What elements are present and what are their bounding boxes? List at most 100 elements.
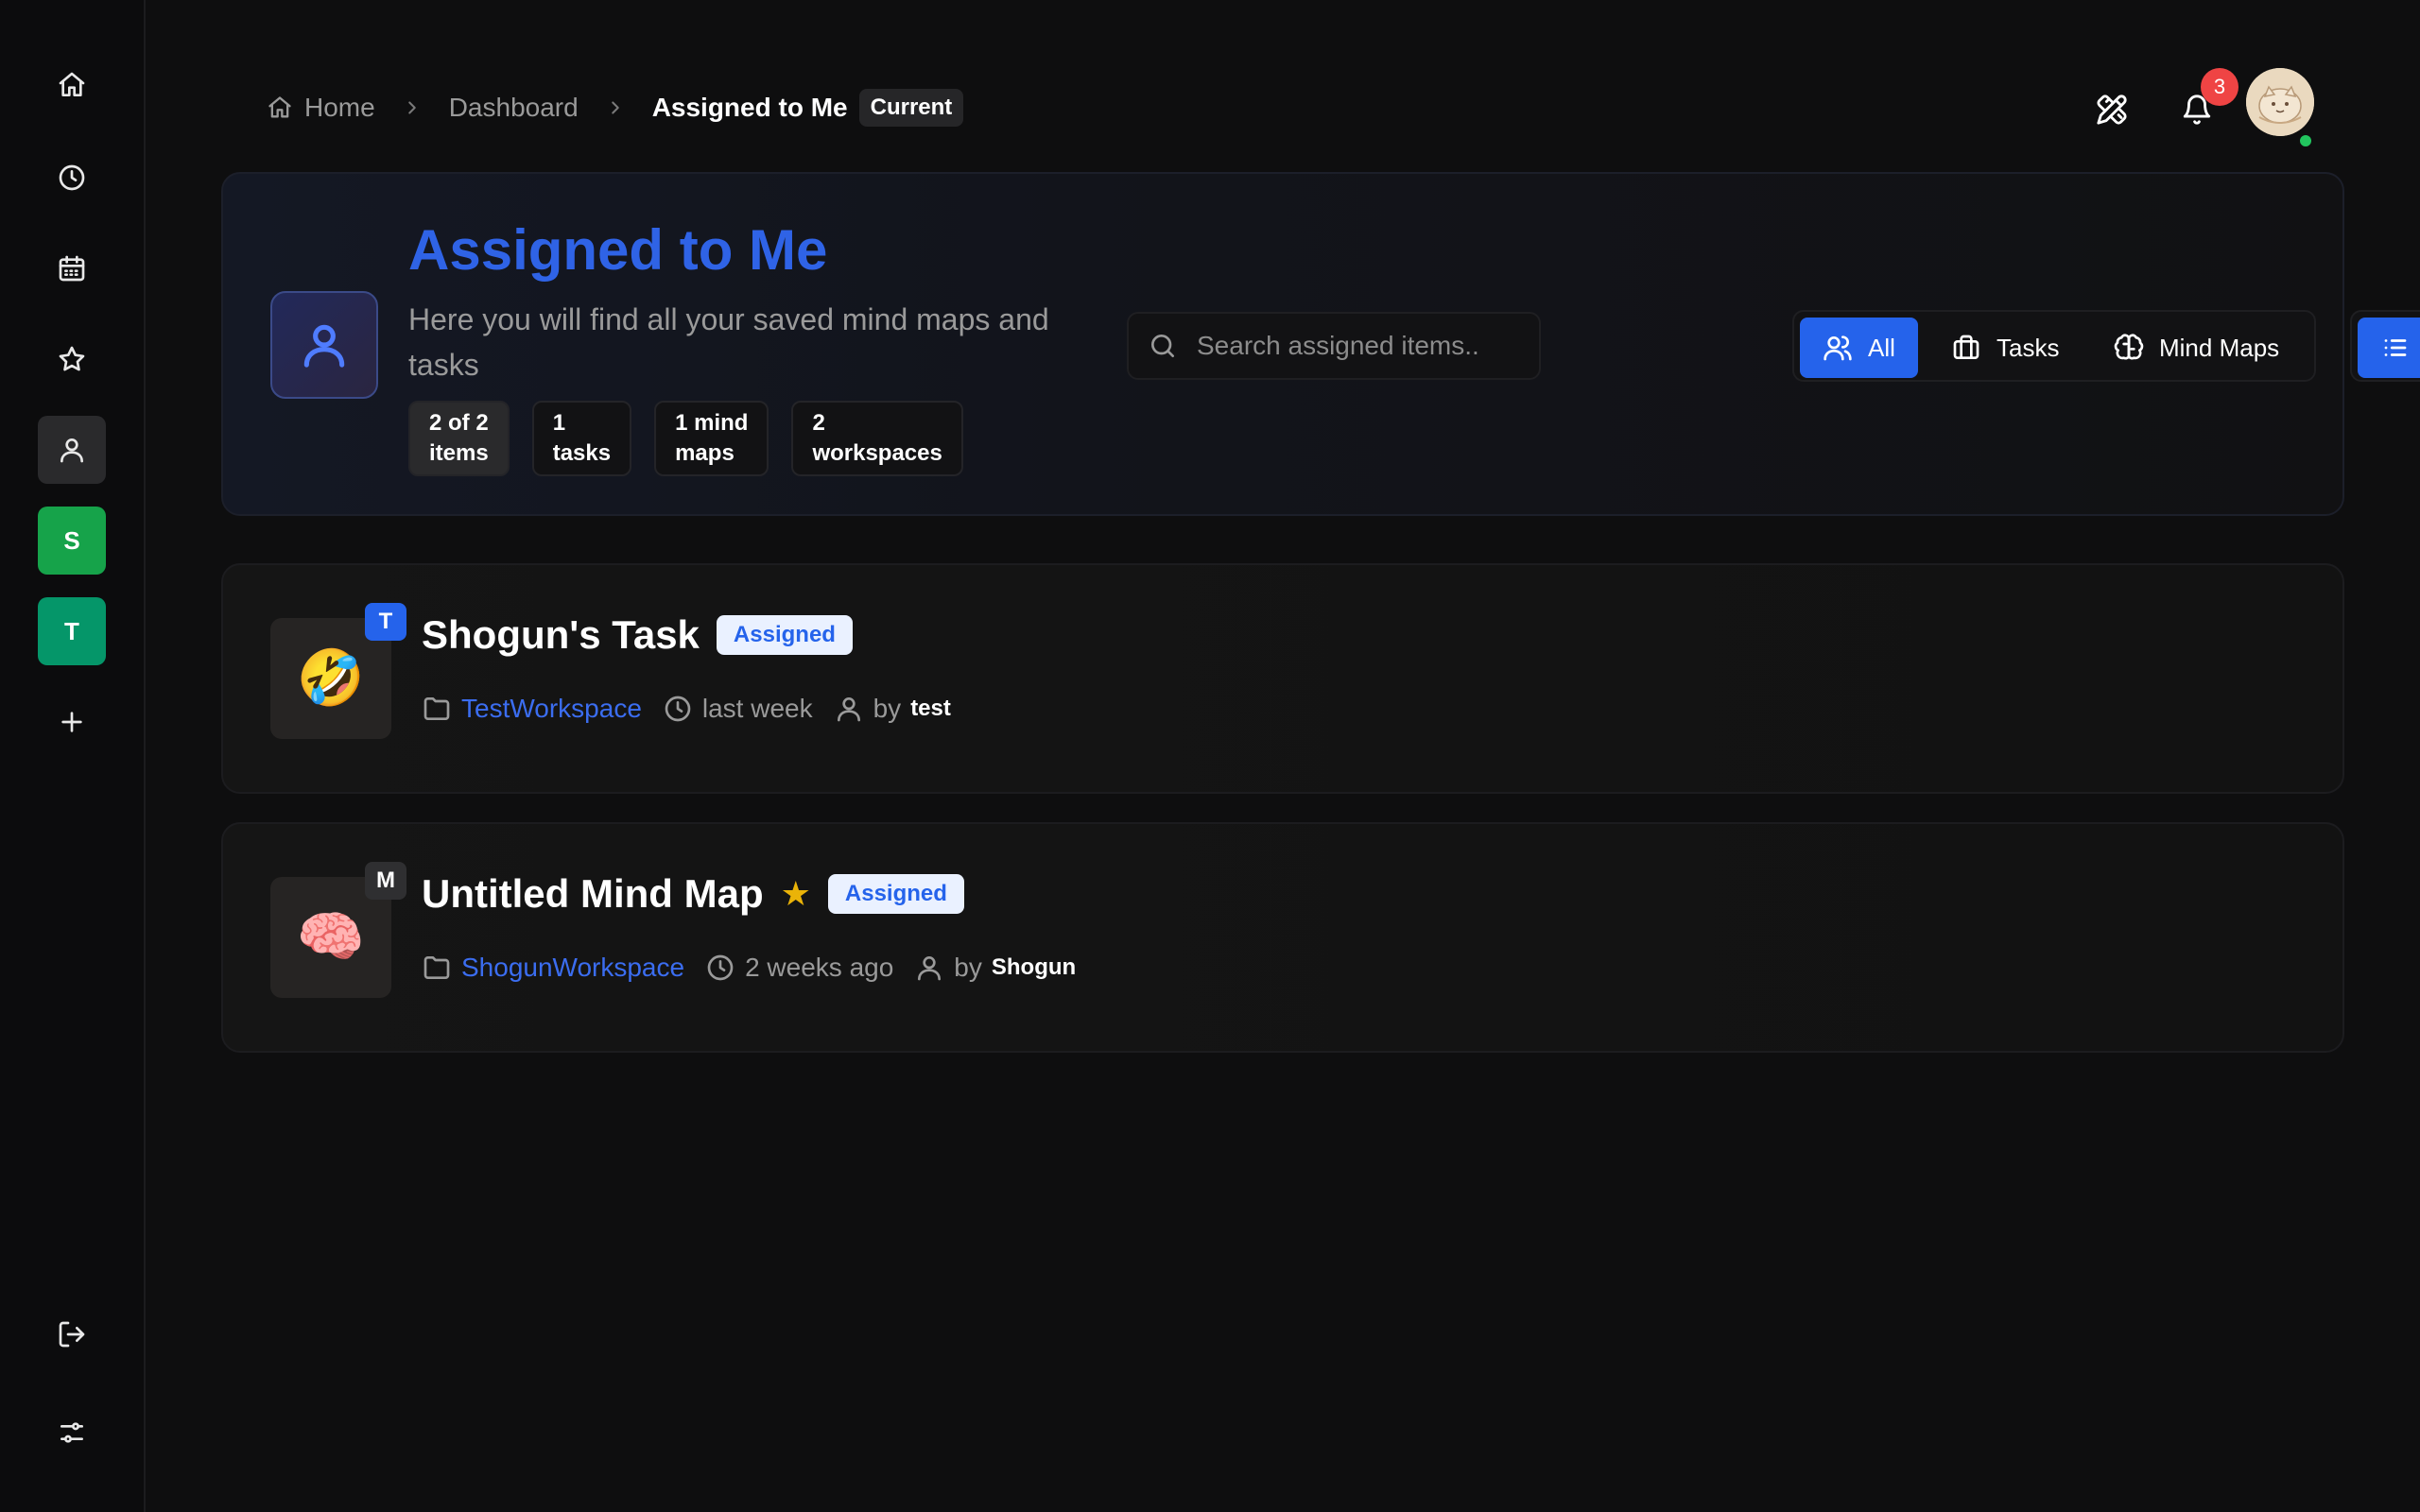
user-icon <box>918 956 942 981</box>
item-author: by test <box>834 694 951 724</box>
sidebar-item-favorites[interactable] <box>38 325 106 393</box>
sidebar-item-assigned[interactable] <box>38 416 106 484</box>
stat-mind-maps: 1 mind maps <box>654 401 769 476</box>
item-time-label: last week <box>701 694 813 723</box>
item-meta: ShogunWorkspace 2 weeks ago by Shogun <box>422 953 1097 983</box>
stat-workspaces-label: workspaces <box>812 440 942 466</box>
add-workspace-button[interactable] <box>38 688 106 756</box>
stat-workspaces-value: 2 <box>812 410 825 436</box>
assigned-badge: Assigned <box>827 874 964 914</box>
item-meta: TestWorkspace last week by test <box>422 694 972 724</box>
stat-mind-maps-label: maps <box>675 440 735 466</box>
search-icon <box>1151 335 1174 357</box>
filter-all-button[interactable]: All <box>1800 318 1918 378</box>
settings-button[interactable] <box>38 1399 106 1467</box>
current-badge: Current <box>858 89 964 127</box>
chevron-right-icon <box>611 101 619 114</box>
item-emoji: 🧠 <box>296 906 366 968</box>
user-icon <box>837 697 860 722</box>
user-icon <box>60 438 83 463</box>
page-header-card: Assigned to Me Here you will find all yo… <box>221 172 2420 516</box>
design-tools-button[interactable] <box>2089 87 2135 132</box>
item-title[interactable]: Shogun's Task <box>422 612 700 658</box>
breadcrumb-dashboard[interactable]: Dashboard <box>449 93 579 123</box>
search-input[interactable] <box>1197 331 1480 361</box>
list-item[interactable]: 🤣 T Shogun's Task Assigned TestWorkspace… <box>221 563 2344 794</box>
sliders-icon <box>60 1422 83 1443</box>
sidebar-item-recent[interactable] <box>38 144 106 212</box>
stat-tasks-value: 1 <box>552 410 566 436</box>
logout-button[interactable] <box>38 1300 106 1368</box>
by-label: by <box>954 953 982 982</box>
list-icon <box>2384 339 2407 356</box>
stats-row: 2 of 2 items 1 tasks 1 mind maps 2 works… <box>408 401 963 476</box>
author-name: test <box>910 696 951 721</box>
breadcrumb-separator <box>605 97 626 118</box>
folder-icon <box>424 697 450 720</box>
avatar-image <box>2246 68 2314 136</box>
workspace-link[interactable]: TestWorkspace <box>461 694 642 724</box>
stat-tasks: 1 tasks <box>531 401 632 476</box>
online-status-indicator <box>2297 132 2314 149</box>
avatar[interactable] <box>2246 68 2314 136</box>
breadcrumb-separator <box>402 97 423 118</box>
breadcrumb-home[interactable]: Home <box>267 93 375 123</box>
by-label: by <box>873 694 902 723</box>
item-time: 2 weeks ago <box>705 953 893 983</box>
plus-icon <box>61 712 82 732</box>
workspace-letter: S <box>63 525 80 555</box>
sidebar-item-home[interactable] <box>38 51 106 119</box>
stat-items-value: 2 of 2 <box>429 410 489 436</box>
filter-tasks-label: Tasks <box>1996 333 2060 362</box>
search-box <box>1127 312 1541 380</box>
chevron-right-icon <box>407 101 416 114</box>
item-author: by Shogun <box>914 953 1076 983</box>
filter-tasks-button[interactable]: Tasks <box>1928 318 2082 378</box>
clock-icon <box>707 954 734 981</box>
item-title-row: Shogun's Task Assigned <box>422 612 853 658</box>
item-title[interactable]: Untitled Mind Map <box>422 871 764 917</box>
list-view-button[interactable] <box>2358 318 2420 378</box>
clock-icon <box>59 164 85 191</box>
workspace-letter: T <box>64 616 79 645</box>
item-time-label: 2 weeks ago <box>745 953 894 982</box>
sidebar-workspace-s[interactable]: S <box>38 507 106 575</box>
workspace-link[interactable]: ShogunWorkspace <box>461 953 684 983</box>
sidebar-workspace-t[interactable]: T <box>38 597 106 665</box>
breadcrumb-dashboard-label: Dashboard <box>448 93 579 122</box>
item-workspace[interactable]: ShogunWorkspace <box>422 953 684 983</box>
list-item[interactable]: 🧠 M Untitled Mind Map ★ Assigned ShogunW… <box>221 822 2344 1053</box>
item-type-badge: M <box>365 862 406 900</box>
notification-count-badge: 3 <box>2201 68 2238 106</box>
sidebar-item-calendar[interactable] <box>38 234 106 302</box>
view-toggle-group <box>2350 310 2420 382</box>
stat-items: 2 of 2 items <box>408 401 510 476</box>
breadcrumb: Home Dashboard Assigned to Me Current <box>267 89 964 127</box>
logout-icon <box>59 1321 85 1348</box>
item-title-row: Untitled Mind Map ★ Assigned <box>422 871 964 917</box>
favorite-star-icon[interactable]: ★ <box>781 874 811 914</box>
breadcrumb-current-label: Assigned to Me <box>651 93 848 122</box>
home-icon <box>59 72 85 96</box>
item-workspace[interactable]: TestWorkspace <box>422 694 642 724</box>
briefcase-icon <box>1953 335 1979 359</box>
page-subtitle: Here you will find all your saved mind m… <box>408 302 1049 382</box>
clock-icon <box>665 696 691 722</box>
item-type-badge: T <box>365 603 406 641</box>
filter-mind-maps-button[interactable]: Mind Maps <box>2091 318 2302 378</box>
pencil-ruler-icon <box>2097 94 2127 125</box>
assigned-badge: Assigned <box>716 615 853 655</box>
page-title: Assigned to Me <box>408 218 828 282</box>
folder-icon <box>424 956 450 979</box>
brain-icon <box>2114 334 2144 360</box>
filter-mind-maps-label: Mind Maps <box>2159 333 2280 362</box>
breadcrumb-home-label: Home <box>304 93 375 122</box>
item-emoji: 🤣 <box>296 647 366 709</box>
assigned-user-icon <box>270 291 378 399</box>
stat-tasks-label: tasks <box>552 440 612 466</box>
stat-items-label: items <box>429 440 489 466</box>
stat-mind-maps-value: 1 mind <box>675 410 749 436</box>
filter-all-label: All <box>1868 333 1895 362</box>
type-filter-group: All Tasks Mind Maps <box>1792 310 2316 382</box>
users-icon <box>1824 335 1852 361</box>
